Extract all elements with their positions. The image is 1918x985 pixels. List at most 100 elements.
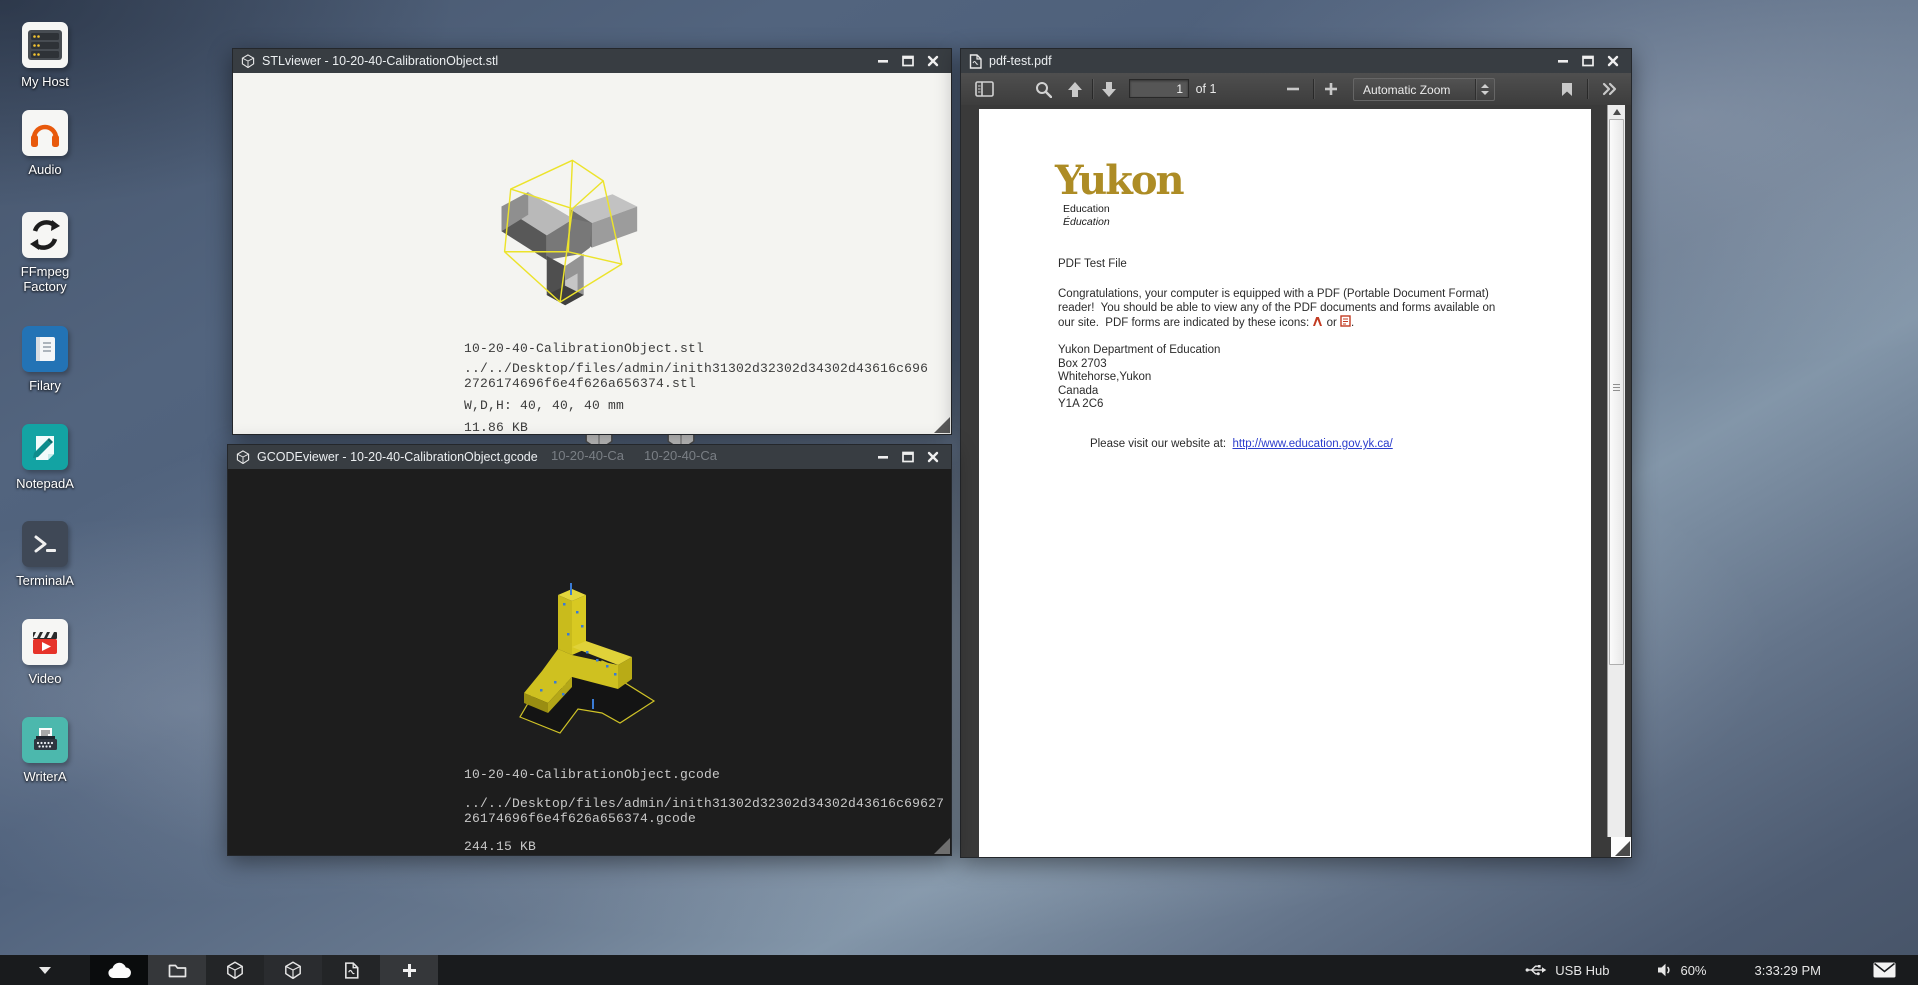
notepada-icon [22,424,68,470]
pdf-body-line2: reader! You should be able to view any o… [1058,302,1495,314]
toolbar-separator [1092,79,1093,99]
taskbar-files-button[interactable] [148,955,206,985]
desktop-icon-my-host[interactable]: My Host [0,22,90,89]
gcode-filesize: 244.15 KB [464,839,536,854]
minimize-button[interactable] [1555,53,1571,69]
zoom-select[interactable]: Automatic Zoom [1353,78,1495,101]
minimize-button[interactable] [875,53,891,69]
window-title: pdf-test.pdf [989,54,1052,68]
scroll-up-icon [1613,109,1621,115]
filary-icon [22,326,68,372]
tray-usb[interactable]: USB Hub [1525,963,1609,978]
volume-label: 60% [1680,963,1706,978]
bookmark-button[interactable] [1553,73,1581,105]
pdf-body-line3-or: or [1323,317,1340,329]
resize-corner[interactable] [1611,837,1631,857]
gcode-model-render [506,581,676,736]
stl-path-line2: 2726174696f6e4f626a656374.stl [464,376,696,391]
pdf-toolbar: of 1 Automatic Zoom [961,73,1631,106]
desktop-icon-audio[interactable]: Audio [0,110,90,177]
search-button[interactable] [1029,73,1057,105]
tray-clock[interactable]: 3:33:29 PM [1755,963,1822,978]
tray-volume[interactable]: 60% [1657,963,1706,978]
sidebar-toggle-button[interactable] [969,73,999,105]
gcodeviewer-titlebar[interactable]: GCODEviewer - 10-20-40-CalibrationObject… [228,445,951,469]
pdf-window: pdf-test.pdf of 1 [960,48,1632,858]
address-line: Box 2703 [1058,358,1107,370]
select-arrows-icon [1476,84,1494,95]
stlviewer-titlebar[interactable]: STLviewer - 10-20-40-CalibrationObject.s… [233,49,951,73]
thumb-grip [1613,384,1620,385]
address-line: Canada [1058,385,1098,397]
resize-grip[interactable] [934,838,950,854]
cube-icon [226,961,244,979]
gcode-path-line2: 26174696f6e4f626a656374.gcode [464,811,696,826]
resize-grip[interactable] [934,417,950,433]
desktop-icon-label: NotepadA [16,476,74,491]
taskbar-new-window-button[interactable] [380,955,438,985]
close-button[interactable] [925,449,941,465]
pdf-scrollbar[interactable] [1607,105,1625,837]
website-link[interactable]: http://www.education.gov.yk.ca/ [1233,438,1393,450]
cube-icon [284,961,302,979]
taskbar-cloud-button[interactable] [90,955,148,985]
pdf-body-line3-text: our site. PDF forms are indicated by the… [1058,317,1312,329]
my-host-icon [22,22,68,68]
maximize-button[interactable] [1580,53,1596,69]
gcode-path-line1: ../../Desktop/files/admin/inith31302d323… [464,796,944,811]
desktop-icon-ffmpeg-factory[interactable]: FFmpeg Factory [0,212,90,294]
desktop-icon-notepada[interactable]: NotepadA [0,424,90,491]
taskbar-gcodeviewer-button[interactable] [264,955,322,985]
ffmpeg-factory-icon [22,212,68,258]
stl-path-line1: ../../Desktop/files/admin/inith31302d323… [464,361,928,376]
window-title: STLviewer - 10-20-40-CalibrationObject.s… [262,54,498,68]
next-page-button[interactable] [1095,73,1123,105]
resize-grip[interactable] [1615,841,1630,856]
thumb-grip [1613,387,1620,388]
chevron-down-icon [39,967,51,974]
pdf-body-line3: our site. PDF forms are indicated by the… [1058,315,1354,330]
pdf-body-line3-period: . [1351,317,1354,329]
page-number-input[interactable] [1129,79,1189,98]
usb-label: USB Hub [1555,963,1609,978]
taskbar-stlviewer-button[interactable] [206,955,264,985]
envelope-icon [1873,962,1896,978]
stl-model-render [483,149,668,334]
pdf-heading: PDF Test File [1058,258,1127,270]
close-button[interactable] [1605,53,1621,69]
yukon-logo: Yukon [1055,157,1183,204]
taskbar-pdfviewer-button[interactable] [322,955,380,985]
desktop-icon-label: WriterA [23,769,66,784]
desktop-icon-writera[interactable]: WriterA [0,717,90,784]
close-button[interactable] [925,53,941,69]
pdf-page: Yukon Education Éducation PDF Test File … [979,109,1591,857]
video-icon [22,619,68,665]
pdf-titlebar[interactable]: pdf-test.pdf [961,49,1631,73]
cube-icon [241,54,255,68]
desktop-icon-video[interactable]: Video [0,619,90,686]
desktop-icon-label: Filary [29,378,61,393]
zoom-select-value: Automatic Zoom [1354,83,1475,97]
maximize-button[interactable] [900,53,916,69]
maximize-button[interactable] [900,449,916,465]
minimize-button[interactable] [875,449,891,465]
zoom-out-button[interactable] [1279,73,1307,105]
desktop-icon-terminala[interactable]: TerminalA [0,521,90,588]
desktop-icon-label: My Host [21,74,69,89]
pdf-file-icon [969,54,982,69]
speaker-icon [1657,963,1672,977]
window-title: GCODEviewer - 10-20-40-CalibrationObject… [257,450,538,464]
previous-page-button[interactable] [1061,73,1089,105]
page-count-label: of 1 [1189,73,1223,105]
desktop-icon-label: Audio [28,162,61,177]
tray-mail[interactable] [1873,962,1896,978]
scroll-up-button[interactable] [1608,105,1625,118]
desktop: My Host Audio FFmpeg Factory Filary Note… [0,0,1918,985]
desktop-icon-filary[interactable]: Filary [0,326,90,393]
taskbar-menu-button[interactable] [0,955,90,985]
pdf-body-line1: Congratulations, your computer is equipp… [1058,288,1489,300]
zoom-in-button[interactable] [1317,73,1345,105]
toolbar-more-button[interactable] [1593,73,1625,105]
pdf-scrollbar-thumb[interactable] [1609,119,1624,665]
pdf-form-icon [1340,315,1351,330]
